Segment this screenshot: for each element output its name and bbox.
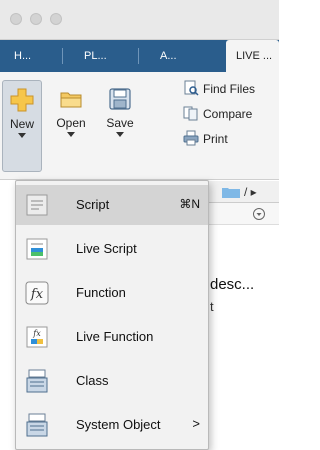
menu-item-label: System Object [76, 417, 161, 432]
print-button[interactable]: Print [183, 130, 228, 146]
caret-down-icon [18, 133, 26, 138]
compare-icon [183, 106, 198, 121]
find-files-label: Find Files [203, 82, 256, 96]
tab-apps[interactable]: A... [150, 40, 200, 72]
tab-live-editor[interactable]: LIVE ... [226, 40, 279, 72]
file-description-text-2: t [210, 299, 214, 314]
column-options-icon[interactable] [252, 207, 266, 221]
svg-text:fx: fx [32, 329, 41, 338]
file-list-header [200, 203, 279, 225]
tab-home[interactable]: H... [4, 40, 54, 72]
function-icon: fx [25, 281, 49, 305]
folder-path-text: / ▸ [244, 185, 257, 199]
file-description-text: desc... [210, 276, 255, 293]
caret-down-icon [116, 132, 124, 137]
floppy-disk-icon [109, 88, 131, 110]
menu-item-function[interactable]: fx Function [16, 273, 208, 313]
caret-down-icon [67, 132, 75, 137]
window-title-bar [0, 0, 279, 40]
menu-item-script[interactable]: Script ⌘N [16, 185, 208, 225]
find-files-button[interactable]: Find Files [183, 80, 255, 96]
menu-item-live-function[interactable]: fx Live Function [16, 317, 208, 357]
tab-divider [138, 48, 139, 64]
print-label: Print [203, 132, 228, 146]
new-button[interactable]: New [2, 80, 42, 172]
folder-icon [60, 92, 82, 108]
live-script-icon [26, 238, 48, 260]
save-button[interactable]: Save [98, 80, 142, 172]
toolstrip: New Open Save Find Files Compare Print [0, 72, 279, 180]
script-icon [26, 194, 48, 216]
compare-label: Compare [203, 107, 253, 121]
tab-divider [62, 48, 63, 64]
open-button-label: Open [56, 116, 86, 130]
close-window-button[interactable] [10, 13, 22, 25]
submenu-arrow-icon: > [192, 416, 200, 431]
menu-item-live-script[interactable]: Live Script [16, 229, 208, 269]
menu-item-label: Function [76, 285, 126, 300]
menu-item-label: Live Script [76, 241, 137, 256]
tab-plots[interactable]: PL... [74, 40, 134, 72]
plus-icon [10, 88, 34, 112]
system-object-icon [26, 413, 48, 437]
live-function-icon: fx [26, 326, 48, 348]
zoom-window-button[interactable] [50, 13, 62, 25]
toolstrip-tab-bar: H... PL... A... LIVE ... [0, 40, 279, 72]
svg-text:fx: fx [30, 287, 44, 302]
save-button-label: Save [106, 116, 134, 130]
folder-icon [222, 188, 240, 198]
menu-item-label: Script [76, 197, 110, 212]
menu-item-label: Live Function [76, 329, 154, 344]
new-dropdown-menu: Script ⌘N Live Script fx Function fx Liv… [15, 180, 209, 450]
minimize-window-button[interactable] [30, 13, 42, 25]
class-icon [26, 369, 48, 393]
menu-item-system-object[interactable]: System Object > [16, 405, 208, 445]
new-button-label: New [9, 117, 34, 131]
keyboard-shortcut: ⌘N [179, 197, 200, 211]
compare-button[interactable]: Compare [183, 105, 252, 121]
open-button[interactable]: Open [49, 80, 93, 172]
printer-icon [183, 130, 199, 146]
current-folder-bar[interactable]: / ▸ [200, 181, 279, 203]
find-files-icon [184, 80, 199, 96]
menu-item-label: Class [76, 373, 109, 388]
menu-item-class[interactable]: Class [16, 361, 208, 401]
